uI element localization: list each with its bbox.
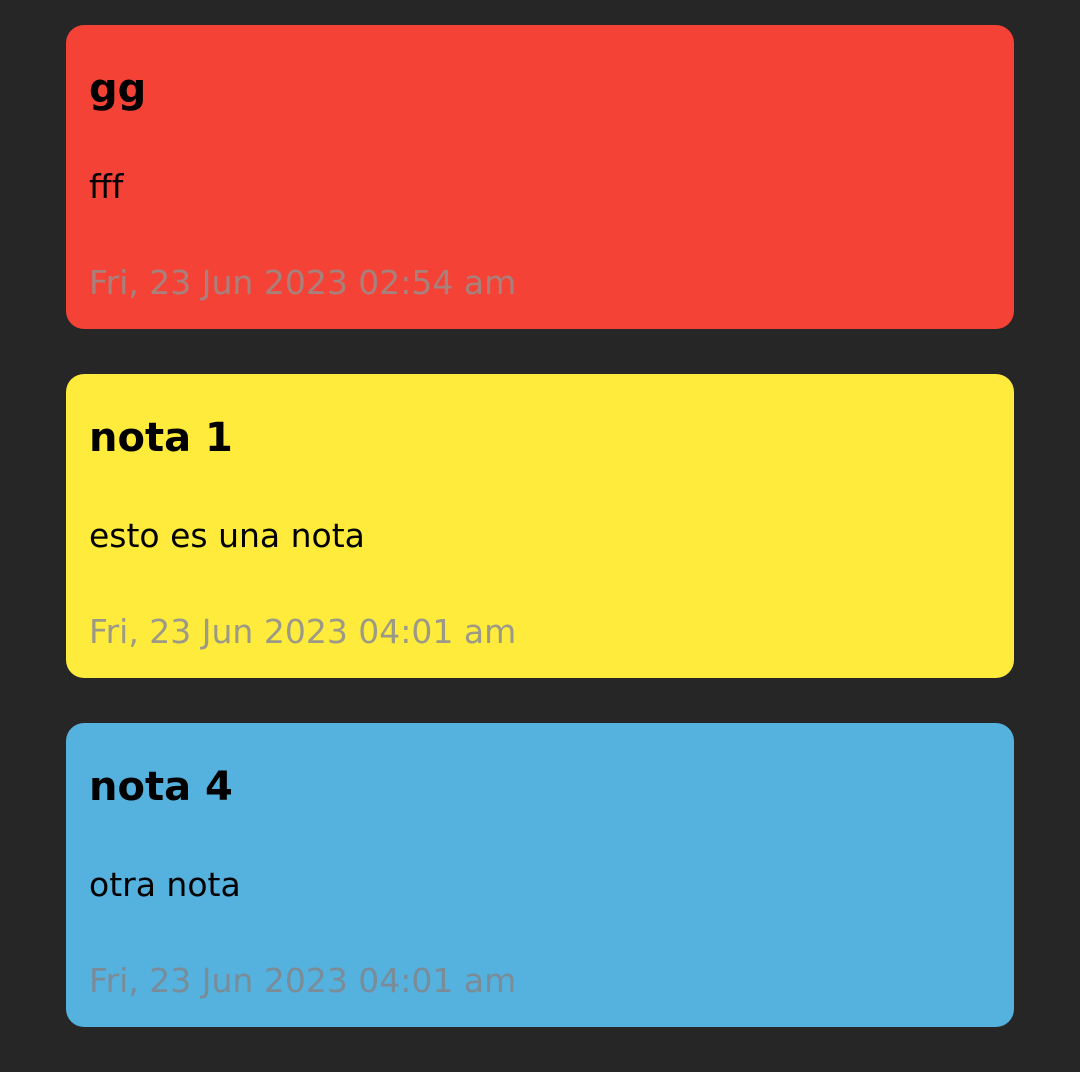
note-card[interactable]: nota 1 esto es una nota Fri, 23 Jun 2023… [66, 374, 1014, 678]
note-card[interactable]: nota 4 otra nota Fri, 23 Jun 2023 04:01 … [66, 723, 1014, 1027]
note-title: gg [89, 66, 147, 112]
note-body: esto es una nota [89, 516, 365, 555]
note-date: Fri, 23 Jun 2023 04:01 am [89, 961, 517, 1000]
note-card[interactable]: gg fff Fri, 23 Jun 2023 02:54 am [66, 25, 1014, 329]
note-body: otra nota [89, 865, 241, 904]
note-title: nota 1 [89, 415, 233, 461]
note-date: Fri, 23 Jun 2023 04:01 am [89, 612, 517, 651]
note-body: fff [89, 167, 124, 206]
note-list: gg fff Fri, 23 Jun 2023 02:54 am nota 1 … [66, 25, 1014, 1072]
note-date: Fri, 23 Jun 2023 02:54 am [89, 263, 517, 302]
note-title: nota 4 [89, 764, 233, 810]
